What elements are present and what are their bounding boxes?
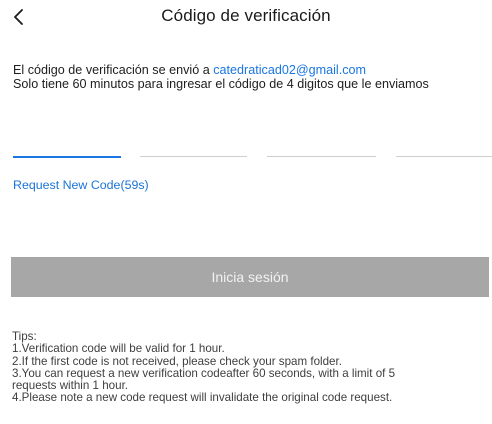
tip-item: 1.Verification code will be valid for 1 …: [12, 342, 225, 356]
login-button[interactable]: Inicia sesión: [11, 257, 489, 297]
time-limit-text: Solo tiene 60 minutos para ingresar el c…: [13, 77, 429, 91]
code-input-1[interactable]: [13, 156, 121, 158]
code-input-row: [13, 156, 492, 160]
header: Código de verificación: [0, 0, 492, 34]
tips-section: Tips: 1.Verification code will be valid …: [12, 330, 488, 405]
code-input-2[interactable]: [140, 156, 247, 157]
tip-item: 4.Please note a new code request will in…: [12, 391, 393, 405]
request-new-code-link[interactable]: Request New Code(59s): [13, 178, 149, 192]
tip-item: 3.You can request a new verification cod…: [12, 366, 396, 393]
code-input-3[interactable]: [267, 156, 376, 157]
code-input-4[interactable]: [396, 156, 492, 157]
sent-to-prefix: El código de verificación se envió a: [13, 63, 214, 77]
page-title: Código de verificación: [161, 6, 331, 25]
verification-info: El código de verificación se envió a cat…: [13, 63, 483, 91]
email-address: catedraticad02@gmail.com: [213, 63, 367, 77]
sent-to-text: El código de verificación se envió a cat…: [13, 63, 483, 77]
